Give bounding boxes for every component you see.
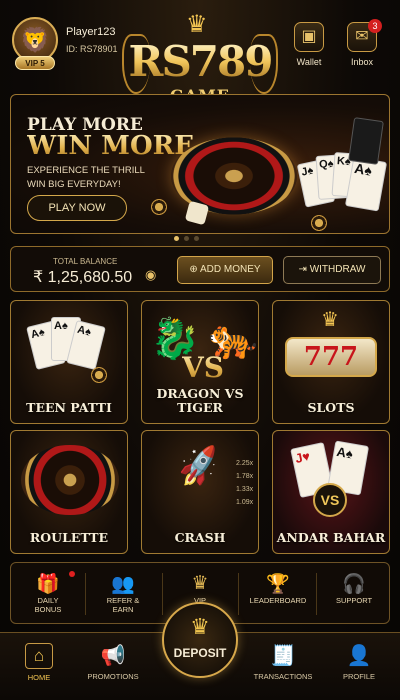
crash-multiplier-list: 2.25x 1.78x 1.33x 1.09x: [236, 457, 253, 509]
promo-banner[interactable]: PLAY MORE WIN MORE EXPERIENCE THE THRILL…: [10, 94, 390, 234]
wallet-icon: ▣: [294, 22, 324, 52]
crown-icon: ♛: [191, 573, 209, 594]
quick-item-daily-bonus[interactable]: 🎁 DAILY BONUS: [11, 563, 85, 625]
nav-item-profile[interactable]: 👤 PROFILE: [324, 643, 394, 681]
banner-subtext-1: EXPERIENCE THE THRILL: [27, 165, 145, 176]
card-back-image: [348, 117, 384, 165]
add-money-button[interactable]: ⊕ ADD MONEY: [177, 256, 273, 284]
versus-icon: VS: [182, 351, 224, 384]
quick-item-label: SUPPORT: [335, 596, 373, 605]
quick-item-label: REFER & EARN: [106, 596, 140, 614]
pagination-dot[interactable]: [184, 236, 189, 241]
game-tile-crash[interactable]: 🚀 2.25x 1.78x 1.33x 1.09x CRASH: [141, 430, 259, 554]
multiplier-value: 2.25x: [236, 460, 254, 467]
wallet-button[interactable]: ▣ Wallet: [289, 22, 329, 72]
roulette-wheel-image: [21, 445, 119, 515]
vip-badge: VIP 5: [15, 56, 55, 70]
deposit-button[interactable]: ♛ DEPOSIT: [162, 602, 238, 678]
rocket-icon: 🚀: [175, 444, 224, 490]
crown-icon: ♛: [321, 309, 339, 331]
banner-subtext-2: WIN BIG EVERYDAY!: [27, 179, 121, 190]
dice-image: [184, 200, 210, 226]
nav-item-label: TRANSACTIONS: [253, 672, 313, 681]
nav-item-label: PROMOTIONS: [87, 672, 139, 681]
app-header: 🦁 VIP 5 Player123 ID: RS78901 ♛ RS789 GA…: [0, 0, 400, 105]
crash-art: 🚀 2.25x 1.78x 1.33x 1.09x: [142, 431, 258, 521]
crown-icon: ♛: [190, 614, 210, 639]
add-money-label: ADD MONEY: [200, 264, 261, 275]
balance-amount: ₹ 1,25,680.50: [33, 269, 133, 286]
quick-item-label: DAILY BONUS: [34, 596, 62, 614]
user-icon: 👤: [346, 645, 372, 667]
banner-pagination: [174, 236, 199, 241]
games-grid: A♠ A♠ A♠ TEEN PATTI 🐉 🐅 VS DRAGON VS TIG…: [10, 300, 390, 554]
logo-text: RS789: [120, 40, 280, 84]
quick-item-support[interactable]: 🎧 SUPPORT: [317, 563, 391, 625]
chip-image: [91, 367, 107, 383]
lion-icon: 🦁: [20, 26, 50, 54]
nav-item-home[interactable]: ⌂ HOME: [4, 643, 74, 682]
game-title: DRAGON VS TIGER: [156, 386, 244, 415]
game-tile-roulette[interactable]: ROULETTE: [10, 430, 128, 554]
receipt-icon: 🧾: [270, 645, 296, 667]
slot-reels-image: 777: [285, 337, 377, 377]
player-name: Player123: [66, 26, 116, 38]
brand-logo: ♛ RS789 GAME: [120, 10, 280, 105]
quick-item-leaderboard[interactable]: 🏆 LEADERBOARD: [240, 563, 316, 625]
game-title: ROULETTE: [29, 530, 109, 545]
dragon-tiger-art: 🐉 🐅 VS: [142, 301, 258, 391]
game-title: SLOTS: [307, 400, 355, 415]
balance-label: TOTAL BALANCE: [53, 257, 118, 266]
pagination-dot[interactable]: [194, 236, 199, 241]
teen-patti-art: A♠ A♠ A♠: [11, 301, 127, 391]
balance-panel: TOTAL BALANCE ₹ 1,25,680.50 ◉ ⊕ ADD MONE…: [10, 246, 390, 292]
nav-item-promotions[interactable]: 📢 PROMOTIONS: [78, 643, 148, 681]
notification-dot: [69, 571, 75, 577]
game-title: TEEN PATTI: [26, 400, 112, 415]
nav-item-label: HOME: [27, 673, 51, 682]
play-now-button[interactable]: PLAY NOW: [27, 195, 127, 221]
game-title: ANDAR BAHAR: [276, 530, 386, 545]
home-icon: ⌂: [25, 643, 53, 669]
withdraw-icon: ⇥: [298, 264, 310, 275]
divider: [238, 573, 239, 615]
game-tile-slots[interactable]: ♛ 777 SLOTS: [272, 300, 390, 424]
plus-icon: ⊕: [189, 264, 201, 275]
game-tile-teen-patti[interactable]: A♠ A♠ A♠ TEEN PATTI: [10, 300, 128, 424]
inbox-button[interactable]: ✉ 3 Inbox: [342, 19, 382, 72]
andar-bahar-art: J♥ A♠ VS: [273, 431, 389, 521]
deposit-label: DEPOSIT: [173, 646, 227, 660]
nav-item-label: PROFILE: [342, 672, 376, 681]
quick-item-refer-earn[interactable]: 👥 REFER & EARN: [86, 563, 160, 625]
crown-icon: ♛: [186, 11, 208, 38]
chip-image: [311, 215, 327, 231]
trophy-icon: 🏆: [266, 574, 290, 595]
multiplier-value: 1.09x: [236, 499, 254, 506]
chip-image: [151, 199, 167, 215]
quick-item-label: LEADERBOARD: [249, 596, 307, 605]
wallet-label: Wallet: [296, 57, 322, 67]
versus-icon: VS: [313, 483, 347, 517]
multiplier-value: 1.33x: [236, 486, 254, 493]
banner-headline-2: WIN MORE: [27, 131, 195, 161]
nav-item-transactions[interactable]: 🧾 TRANSACTIONS: [248, 643, 318, 681]
game-title: CRASH: [174, 530, 226, 545]
pagination-dot[interactable]: [174, 236, 179, 241]
users-icon: 👥: [111, 574, 135, 595]
inbox-count-badge: 3: [368, 19, 382, 33]
player-id: ID: RS78901: [66, 44, 118, 54]
game-tile-andar-bahar[interactable]: J♥ A♠ VS ANDAR BAHAR: [272, 430, 390, 554]
inbox-label: Inbox: [350, 57, 374, 67]
megaphone-icon: 📢: [100, 645, 126, 667]
playing-card-image: A♠: [344, 156, 388, 212]
game-tile-dragon-vs-tiger[interactable]: 🐉 🐅 VS DRAGON VS TIGER: [141, 300, 259, 424]
roulette-art: [11, 431, 127, 521]
multiplier-value: 1.78x: [236, 473, 254, 480]
eye-icon[interactable]: ◉: [145, 267, 156, 283]
withdraw-label: WITHDRAW: [309, 264, 366, 275]
slots-art: ♛ 777: [273, 301, 389, 391]
headset-icon: 🎧: [342, 574, 366, 595]
withdraw-button[interactable]: ⇥ WITHDRAW: [283, 256, 381, 284]
